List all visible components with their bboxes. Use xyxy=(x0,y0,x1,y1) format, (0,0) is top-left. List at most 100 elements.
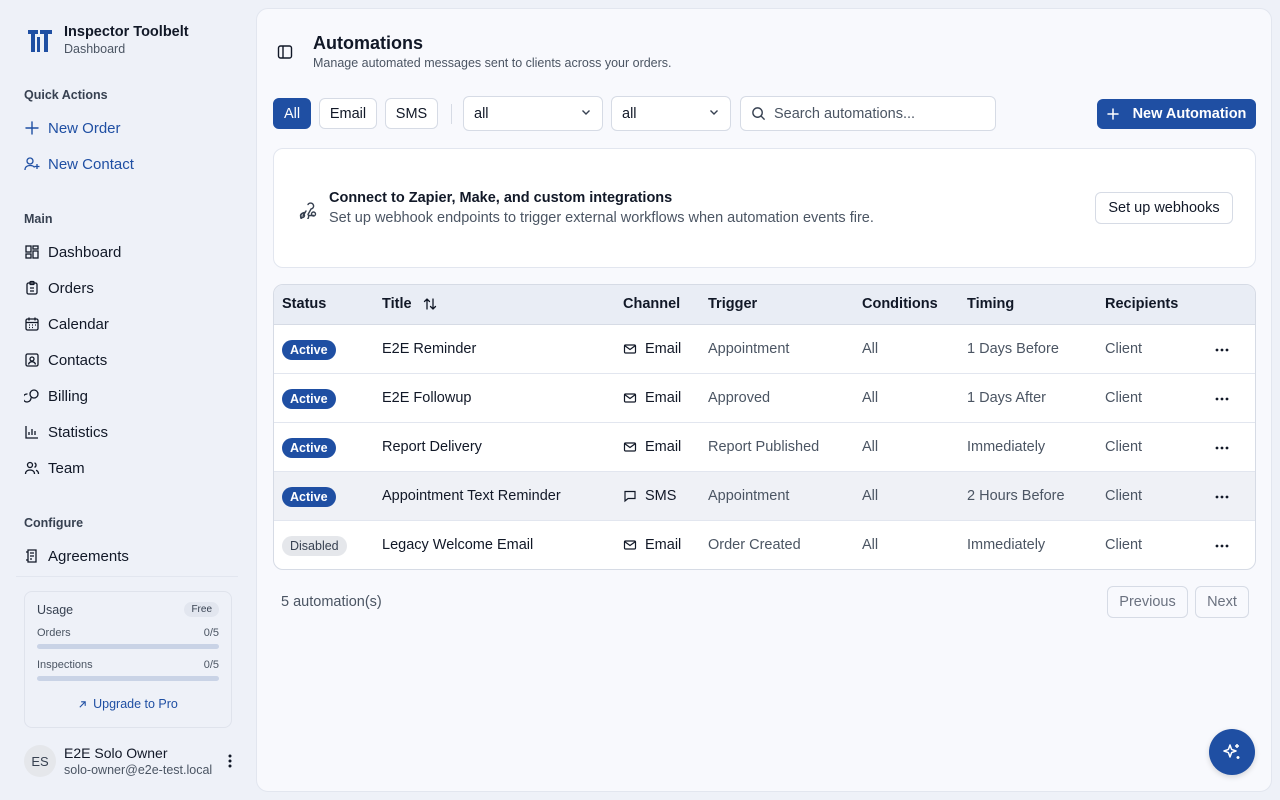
sidebar-item-label: Orders xyxy=(48,279,94,297)
trigger-select[interactable]: all xyxy=(611,96,731,131)
recipients-cell: Client xyxy=(1105,390,1143,406)
automation-title: Appointment Text Reminder xyxy=(382,488,561,504)
trigger-cell: Appointment xyxy=(708,341,790,357)
timing-cell: 1 Days After xyxy=(967,390,1046,406)
filter-tab-all[interactable]: All xyxy=(273,98,311,129)
conditions-cell: All xyxy=(862,488,879,504)
column-header-timing[interactable]: Timing xyxy=(967,296,1014,312)
sidebar-item-orders[interactable]: Orders xyxy=(24,274,234,302)
channel-cell: Email xyxy=(623,341,681,357)
column-header-recipients[interactable]: Recipients xyxy=(1105,296,1178,312)
sidebar-toggle-icon[interactable] xyxy=(276,43,294,61)
sidebar-item-contacts[interactable]: Contacts xyxy=(24,346,234,374)
setup-webhooks-button[interactable]: Set up webhooks xyxy=(1095,192,1233,224)
brand-title: Inspector Toolbelt xyxy=(64,24,189,40)
brand-subtitle: Dashboard xyxy=(64,42,126,56)
table-header: Status Title Channel Trigger Conditions … xyxy=(274,285,1255,325)
automation-title: E2E Reminder xyxy=(382,341,477,357)
plus-icon xyxy=(1106,108,1119,120)
contact-card-icon xyxy=(24,352,40,368)
status-badge: Active xyxy=(282,438,336,458)
search-icon xyxy=(751,106,766,121)
usage-inspections-bar xyxy=(37,676,219,681)
sidebar-item-agreements[interactable]: Agreements xyxy=(24,542,234,570)
channel-cell: Email xyxy=(623,439,681,455)
upgrade-to-pro-link[interactable]: Upgrade to Pro xyxy=(37,697,219,711)
billing-icon xyxy=(24,388,40,404)
configure-section-label: Configure xyxy=(24,516,84,530)
more-vertical-icon[interactable] xyxy=(220,751,240,771)
sparkles-icon xyxy=(1221,741,1243,763)
search-box[interactable] xyxy=(740,96,996,131)
channel-label: Email xyxy=(645,341,682,357)
channel-cell: Email xyxy=(623,390,681,406)
chevron-down-icon xyxy=(580,106,592,122)
channel-label: Email xyxy=(645,537,682,553)
recipients-cell: Client xyxy=(1105,439,1143,455)
automations-table: Status Title Channel Trigger Conditions … xyxy=(273,284,1256,570)
table-row[interactable]: Active E2E Followup Email Approved All 1… xyxy=(274,374,1255,423)
mail-icon xyxy=(623,440,637,454)
table-row[interactable]: Disabled Legacy Welcome Email Email Orde… xyxy=(274,521,1255,569)
column-header-title[interactable]: Title xyxy=(382,296,438,312)
usage-inspections-label: Inspections xyxy=(37,659,93,671)
more-horizontal-icon[interactable] xyxy=(1212,536,1232,556)
sidebar-item-label: Calendar xyxy=(48,315,109,333)
column-header-status[interactable]: Status xyxy=(282,296,326,312)
more-horizontal-icon[interactable] xyxy=(1212,438,1232,458)
brand[interactable]: Inspector Toolbelt Dashboard xyxy=(24,24,189,57)
conditions-cell: All xyxy=(862,390,879,406)
status-badge: Disabled xyxy=(282,536,347,556)
more-horizontal-icon[interactable] xyxy=(1212,389,1232,409)
trigger-cell: Approved xyxy=(708,390,771,406)
search-input[interactable] xyxy=(774,105,974,122)
sort-icon[interactable] xyxy=(422,296,438,312)
more-horizontal-icon[interactable] xyxy=(1212,340,1232,360)
trigger-cell: Report Published xyxy=(708,439,820,455)
mail-icon xyxy=(623,538,637,552)
new-contact-button[interactable]: New Contact xyxy=(24,150,234,178)
avatar: ES xyxy=(24,745,56,777)
more-horizontal-icon[interactable] xyxy=(1212,487,1232,507)
next-page-button[interactable]: Next xyxy=(1195,586,1249,618)
ai-assistant-button[interactable] xyxy=(1209,729,1255,775)
channel-label: Email xyxy=(645,390,682,406)
recipients-cell: Client xyxy=(1105,341,1143,357)
column-header-channel[interactable]: Channel xyxy=(623,296,680,312)
webhook-card: Connect to Zapier, Make, and custom inte… xyxy=(273,148,1256,268)
sidebar-item-billing[interactable]: Billing xyxy=(24,382,234,410)
automation-title: Report Delivery xyxy=(382,439,482,455)
sidebar-item-statistics[interactable]: Statistics xyxy=(24,418,234,446)
filter-separator xyxy=(451,104,452,124)
column-header-title-label: Title xyxy=(382,296,412,312)
upgrade-label: Upgrade to Pro xyxy=(93,697,178,711)
main-panel: Automations Manage automated messages se… xyxy=(256,8,1272,792)
mail-icon xyxy=(623,342,637,356)
sidebar-item-dashboard[interactable]: Dashboard xyxy=(24,238,234,266)
column-header-conditions[interactable]: Conditions xyxy=(862,296,938,312)
sidebar-item-team[interactable]: Team xyxy=(24,454,234,482)
user-email: solo-owner@e2e-test.local xyxy=(64,762,213,777)
table-row[interactable]: Active Report Delivery Email Report Publ… xyxy=(274,423,1255,472)
sidebar-item-calendar[interactable]: Calendar xyxy=(24,310,234,338)
table-row[interactable]: Active E2E Reminder Email Appointment Al… xyxy=(274,325,1255,374)
filter-tab-email[interactable]: Email xyxy=(319,98,377,129)
webhook-description: Set up webhook endpoints to trigger exte… xyxy=(329,210,874,226)
usage-inspections-value: 0/5 xyxy=(203,659,219,671)
status-badge: Active xyxy=(282,487,336,507)
status-select[interactable]: all xyxy=(463,96,603,131)
previous-page-button[interactable]: Previous xyxy=(1107,586,1188,618)
new-contact-label: New Contact xyxy=(48,155,134,173)
recipients-cell: Client xyxy=(1105,488,1143,504)
channel-label: Email xyxy=(645,439,682,455)
user-profile[interactable]: ES E2E Solo Owner solo-owner@e2e-test.lo… xyxy=(24,744,240,778)
filter-tab-sms[interactable]: SMS xyxy=(385,98,438,129)
mail-icon xyxy=(623,391,637,405)
new-automation-button[interactable]: New Automation xyxy=(1097,99,1256,129)
status-select-value: all xyxy=(474,105,489,122)
user-name: E2E Solo Owner xyxy=(64,744,168,761)
users-icon xyxy=(24,460,40,476)
table-row[interactable]: Active Appointment Text Reminder SMS App… xyxy=(274,472,1255,521)
column-header-trigger[interactable]: Trigger xyxy=(708,296,757,312)
new-order-button[interactable]: New Order xyxy=(24,114,234,142)
